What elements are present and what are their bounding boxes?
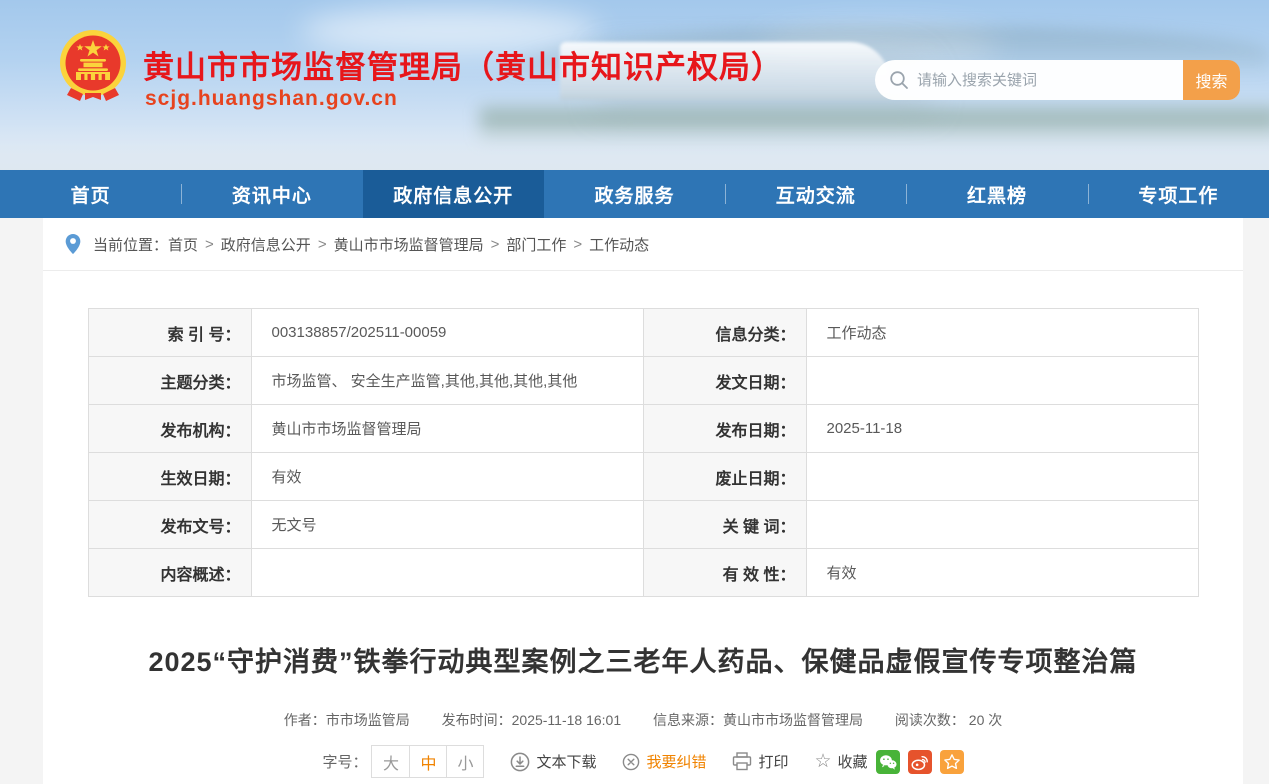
nav-item-news[interactable]: 资讯中心 xyxy=(181,170,362,218)
info-label: 信息分类： xyxy=(643,309,806,357)
font-size-group: 大 中 小 xyxy=(371,745,484,778)
info-value: 003138857/202511-00059 xyxy=(251,309,643,357)
search-input[interactable] xyxy=(875,60,1183,100)
download-icon xyxy=(510,752,530,772)
article-view-count: 阅读次数： 20 次 xyxy=(895,712,1002,728)
nav-item-gov-info[interactable]: 政府信息公开 xyxy=(363,170,544,218)
info-value: 黄山市市场监督管理局 xyxy=(251,405,643,453)
breadcrumb: 当前位置： 首页 > 政府信息公开 > 黄山市市场监督管理局 > 部门工作 > … xyxy=(43,218,1243,271)
font-size-large-button[interactable]: 大 xyxy=(372,746,409,777)
print-button[interactable]: 打印 xyxy=(732,751,788,772)
article-meta: 作者：市市场监管局 发布时间：2025-11-18 16:01 信息来源：黄山市… xyxy=(43,710,1243,730)
font-size-label: 字号： xyxy=(322,751,367,772)
info-label: 索 引 号： xyxy=(88,309,251,357)
table-row: 发布机构： 黄山市市场监督管理局 发布日期： 2025-11-18 xyxy=(88,405,1198,453)
wechat-icon xyxy=(878,753,898,771)
text-download-button[interactable]: 文本下载 xyxy=(510,751,596,772)
breadcrumb-gov-info[interactable]: 政府信息公开 xyxy=(221,234,311,255)
bookmark-button[interactable]: ☆ 收藏 xyxy=(815,751,868,772)
search-icon xyxy=(889,70,909,90)
nav-item-home[interactable]: 首页 xyxy=(0,170,181,218)
info-value: 工作动态 xyxy=(806,309,1198,357)
banner-ground xyxy=(0,124,1269,170)
info-label: 发布机构： xyxy=(88,405,251,453)
info-label: 有 效 性： xyxy=(643,549,806,597)
info-label: 关 键 词： xyxy=(643,501,806,549)
info-label: 发文日期： xyxy=(643,357,806,405)
article-publish-time: 发布时间：2025-11-18 16:01 xyxy=(442,712,622,728)
site-title: 黄山市市场监督管理局（黄山市知识产权局） xyxy=(143,42,783,87)
info-label: 废止日期： xyxy=(643,453,806,501)
search-button[interactable]: 搜索 xyxy=(1183,60,1240,100)
weibo-icon xyxy=(910,753,930,771)
table-row: 生效日期： 有效 废止日期： xyxy=(88,453,1198,501)
info-value xyxy=(806,501,1198,549)
info-label: 发布日期： xyxy=(643,405,806,453)
font-size-small-button[interactable]: 小 xyxy=(446,746,483,777)
info-value: 2025-11-18 xyxy=(806,405,1198,453)
breadcrumb-prefix: 当前位置： xyxy=(93,234,168,255)
nav-item-services[interactable]: 政务服务 xyxy=(544,170,725,218)
search-bar: 搜索 xyxy=(875,60,1240,100)
table-row: 发布文号： 无文号 关 键 词： xyxy=(88,501,1198,549)
breadcrumb-current: 工作动态 xyxy=(589,234,649,255)
main-nav: 首页 资讯中心 政府信息公开 政务服务 互动交流 红黑榜 专项工作 xyxy=(0,170,1269,218)
star-outline-icon: ☆ xyxy=(815,752,832,771)
article-author: 作者：市市场监管局 xyxy=(284,712,410,728)
report-error-button[interactable]: 我要纠错 xyxy=(622,751,706,772)
info-value: 有效 xyxy=(251,453,643,501)
nav-item-interaction[interactable]: 互动交流 xyxy=(725,170,906,218)
info-value xyxy=(251,549,643,597)
star-badge-icon xyxy=(943,753,961,771)
share-wechat-button[interactable] xyxy=(876,750,900,774)
document-info-table: 索 引 号： 003138857/202511-00059 信息分类： 工作动态… xyxy=(88,308,1199,597)
article-source: 信息来源：黄山市市场监督管理局 xyxy=(653,712,863,728)
article-title: 2025“守护消费”铁拳行动典型案例之三老年人药品、保健品虚假宣传专项整治篇 xyxy=(83,640,1203,679)
info-label: 生效日期： xyxy=(88,453,251,501)
info-label: 主题分类： xyxy=(88,357,251,405)
site-banner: 黄山市市场监督管理局（黄山市知识产权局） scjg.huangshan.gov.… xyxy=(0,0,1269,170)
breadcrumb-agency[interactable]: 黄山市市场监督管理局 xyxy=(334,234,484,255)
table-row: 索 引 号： 003138857/202511-00059 信息分类： 工作动态 xyxy=(88,309,1198,357)
nav-item-special-work[interactable]: 专项工作 xyxy=(1088,170,1269,218)
info-value xyxy=(806,453,1198,501)
share-favorite-button[interactable] xyxy=(940,750,964,774)
info-value: 无文号 xyxy=(251,501,643,549)
breadcrumb-dept-work[interactable]: 部门工作 xyxy=(506,234,566,255)
nav-item-redblack-list[interactable]: 红黑榜 xyxy=(906,170,1087,218)
share-weibo-button[interactable] xyxy=(908,750,932,774)
info-label: 内容概述： xyxy=(88,549,251,597)
info-value: 有效 xyxy=(806,549,1198,597)
info-value: 市场监管、 安全生产监管,其他,其他,其他,其他 xyxy=(251,357,643,405)
info-value xyxy=(806,357,1198,405)
content-page: 当前位置： 首页 > 政府信息公开 > 黄山市市场监督管理局 > 部门工作 > … xyxy=(43,218,1243,784)
article-toolbar: 字号： 大 中 小 文本下载 我要纠错 xyxy=(43,745,1243,778)
printer-icon xyxy=(732,752,752,771)
circle-x-icon xyxy=(622,753,640,771)
site-url: scjg.huangshan.gov.cn xyxy=(145,87,398,111)
info-label: 发布文号： xyxy=(88,501,251,549)
location-pin-icon xyxy=(65,233,81,255)
table-row: 主题分类： 市场监管、 安全生产监管,其他,其他,其他,其他 发文日期： xyxy=(88,357,1198,405)
national-emblem-icon xyxy=(57,28,129,106)
table-row: 内容概述： 有 效 性： 有效 xyxy=(88,549,1198,597)
breadcrumb-home[interactable]: 首页 xyxy=(168,234,198,255)
font-size-medium-button[interactable]: 中 xyxy=(409,746,446,777)
